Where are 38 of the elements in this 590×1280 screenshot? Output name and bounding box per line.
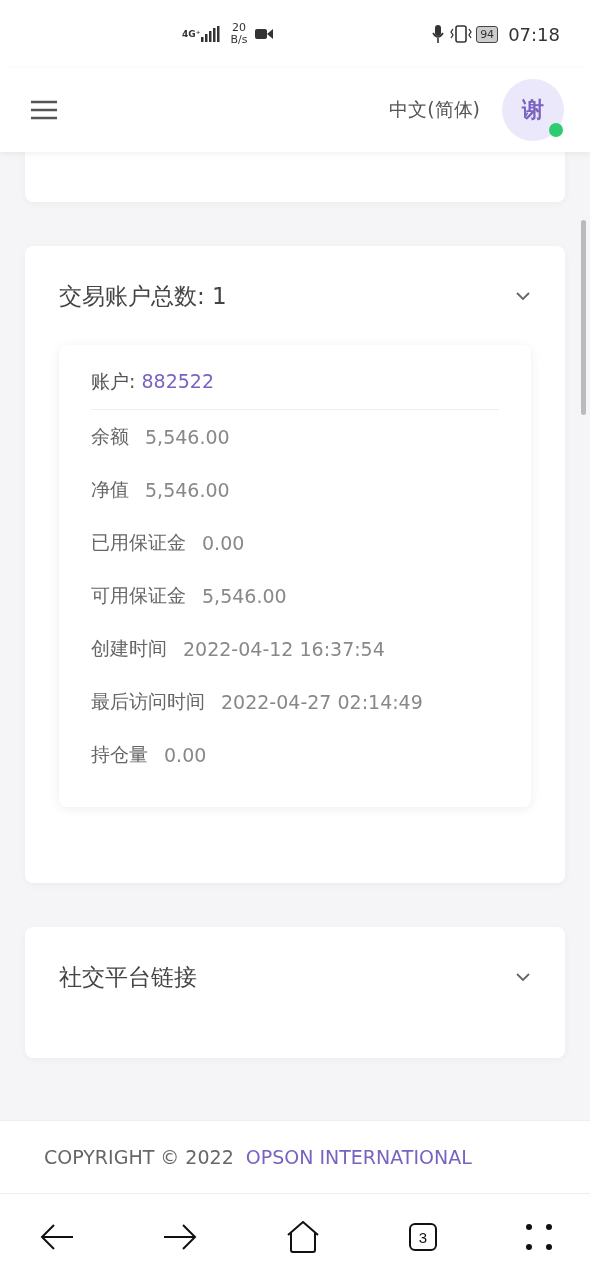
chevron-down-icon[interactable] — [515, 972, 531, 982]
field-value: 5,546.00 — [145, 425, 230, 448]
user-avatar[interactable]: 谢 — [502, 79, 564, 141]
copyright-text: COPYRIGHT © 2022 — [44, 1146, 234, 1168]
field-label: 持仓量 — [91, 741, 148, 767]
field-label: 净值 — [91, 476, 129, 502]
tabs-button[interactable]: 3 — [409, 1223, 437, 1251]
language-selector[interactable]: 中文(简体) — [389, 97, 480, 123]
field-value: 2022-04-12 16:37:54 — [183, 637, 385, 660]
field-label: 最后访问时间 — [91, 688, 205, 714]
account-number: 账户: 882522 — [91, 369, 499, 410]
card-title: 社交平台链接 — [59, 962, 197, 992]
field-label: 已用保证金 — [91, 529, 186, 555]
microphone-icon — [432, 25, 445, 43]
field-label: 可用保证金 — [91, 582, 186, 608]
forward-arrow-icon[interactable] — [163, 1223, 197, 1251]
menu-icon[interactable] — [30, 100, 58, 120]
card-title: 交易账户总数: 1 — [59, 281, 227, 311]
more-icon[interactable] — [526, 1224, 552, 1250]
field-label: 余额 — [91, 423, 129, 449]
back-arrow-icon[interactable] — [40, 1223, 74, 1251]
network-type: 4G⁺ — [182, 29, 201, 39]
clock: 07:18 — [508, 23, 560, 45]
field-value: 0.00 — [164, 743, 207, 766]
field-value: 5,546.00 — [202, 584, 287, 607]
field-value: 0.00 — [202, 531, 245, 554]
speed-unit: B/s — [230, 34, 248, 47]
network-speed: 20 — [231, 21, 246, 34]
field-value: 5,546.00 — [145, 478, 230, 501]
home-icon[interactable] — [286, 1221, 320, 1253]
chevron-down-icon[interactable] — [515, 291, 531, 301]
field-value: 2022-04-27 02:14:49 — [221, 690, 423, 713]
signal-icon — [200, 26, 221, 42]
company-link[interactable]: OPSON INTERNATIONAL — [245, 1146, 472, 1168]
field-label: 创建时间 — [91, 635, 167, 661]
battery-level: 94 — [476, 25, 499, 43]
video-camera-icon — [255, 28, 274, 40]
vibrate-icon — [450, 25, 473, 43]
